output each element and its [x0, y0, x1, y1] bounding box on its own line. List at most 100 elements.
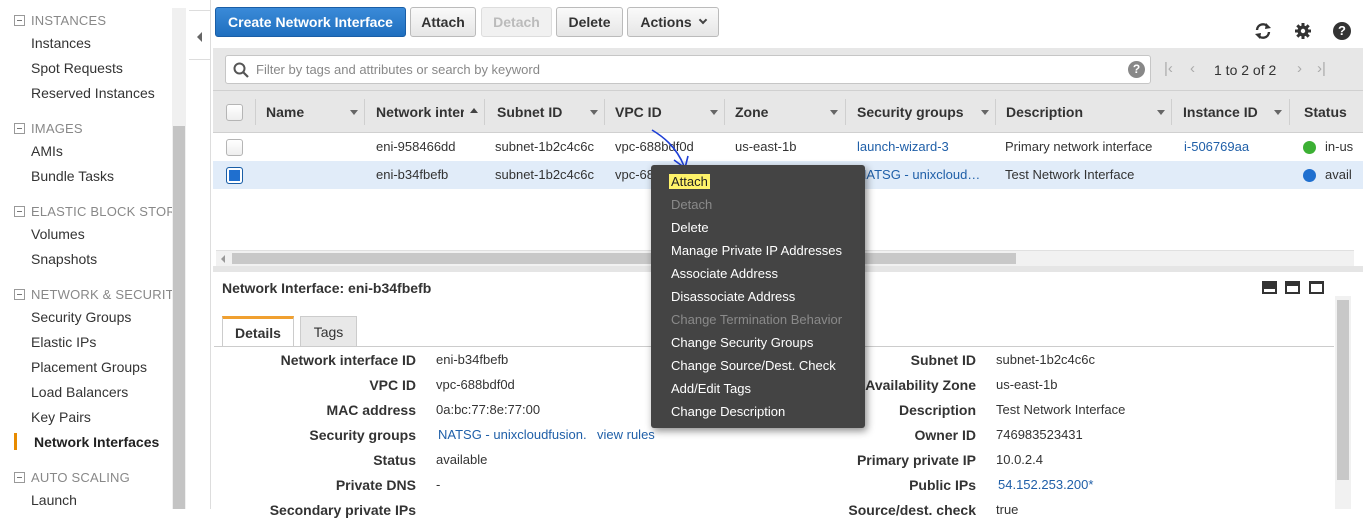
detach-button[interactable]: Detach	[481, 7, 552, 37]
column-separator	[845, 99, 846, 125]
value-public-ip-link[interactable]: 54.152.253.200*	[998, 477, 1093, 492]
collapse-icon[interactable]	[14, 289, 25, 300]
sort-dropdown-icon[interactable]	[981, 110, 989, 115]
sidebar-scrollbar[interactable]	[172, 8, 186, 509]
divider	[210, 0, 211, 509]
row-checkbox[interactable]	[226, 167, 243, 184]
scroll-left-icon[interactable]	[221, 255, 225, 263]
sidebar-item-volumes[interactable]: Volumes	[31, 226, 85, 242]
column-header-instance-id[interactable]: Instance ID	[1183, 104, 1258, 120]
help-icon[interactable]: ?	[1332, 21, 1352, 41]
sidebar-item-network-interfaces[interactable]: Network Interfaces	[34, 434, 159, 450]
cell-security-group-link[interactable]: launch-wizard-3	[857, 139, 949, 154]
sidebar-item-placement-groups[interactable]: Placement Groups	[31, 359, 147, 375]
prev-page-icon[interactable]: ‹	[1190, 60, 1195, 77]
sidebar-section-auto-scaling[interactable]: AUTO SCALING	[14, 470, 130, 485]
sort-asc-icon[interactable]	[470, 108, 478, 113]
collapse-icon[interactable]	[14, 206, 25, 217]
view-rules-link[interactable]: view rules	[597, 427, 655, 442]
scrollbar-thumb[interactable]	[173, 126, 185, 509]
column-header-name[interactable]: Name	[266, 104, 304, 120]
scrollbar-thumb[interactable]	[1337, 300, 1349, 480]
sidebar-section-network-security[interactable]: NETWORK & SECURITY	[14, 287, 183, 302]
first-page-icon[interactable]: |‹	[1164, 60, 1173, 77]
delete-button[interactable]: Delete	[556, 7, 623, 37]
layout-bottom-icon[interactable]	[1262, 281, 1277, 294]
column-header-security-groups[interactable]: Security groups	[857, 104, 964, 120]
sort-dropdown-icon[interactable]	[710, 110, 718, 115]
sort-dropdown-icon[interactable]	[590, 110, 598, 115]
search-input[interactable]: Filter by tags and attributes or search …	[225, 55, 1151, 84]
column-header-description[interactable]: Description	[1006, 104, 1083, 120]
next-page-icon[interactable]: ›	[1297, 60, 1302, 77]
value-security-group-link[interactable]: NATSG - unixcloudfusion.	[438, 427, 587, 442]
collapse-sidebar-button[interactable]	[189, 10, 211, 60]
column-header-subnet-id[interactable]: Subnet ID	[497, 104, 562, 120]
sort-dropdown-icon[interactable]	[350, 110, 358, 115]
column-header-zone[interactable]: Zone	[735, 104, 768, 120]
value-vpc-id: vpc-688bdf0d	[436, 377, 515, 392]
refresh-icon[interactable]	[1253, 21, 1273, 41]
sort-dropdown-icon[interactable]	[1274, 110, 1282, 115]
label-primary-private-ip: Primary private IP	[856, 452, 976, 468]
label-security-groups: Security groups	[309, 427, 416, 443]
cell-security-group-link[interactable]: NATSG - unixcloud…	[857, 167, 980, 182]
tab-details[interactable]: Details	[222, 316, 294, 347]
column-separator	[364, 99, 365, 125]
sidebar-item-snapshots[interactable]: Snapshots	[31, 251, 97, 267]
sidebar-section-images[interactable]: IMAGES	[14, 121, 83, 136]
value-primary-private-ip: 10.0.2.4	[996, 452, 1043, 467]
menu-item-delete[interactable]: Delete	[671, 220, 709, 235]
column-header-network-interface[interactable]: Network interfa	[376, 104, 464, 120]
select-all-checkbox[interactable]	[226, 104, 243, 121]
menu-item-change-description[interactable]: Change Description	[671, 404, 785, 419]
tab-tags[interactable]: Tags	[300, 316, 357, 347]
search-help-icon[interactable]: ?	[1128, 61, 1145, 78]
collapse-icon[interactable]	[14, 123, 25, 134]
sidebar-nav: INSTANCES Instances Spot Requests Reserv…	[0, 0, 188, 509]
create-network-interface-button[interactable]: Create Network Interface	[215, 7, 406, 37]
actions-button[interactable]: Actions	[627, 7, 719, 37]
detail-title: Network Interface: eni-b34fbefb	[222, 280, 432, 296]
gear-icon[interactable]	[1293, 21, 1313, 41]
sort-dropdown-icon[interactable]	[1157, 110, 1165, 115]
sidebar-item-key-pairs[interactable]: Key Pairs	[31, 409, 91, 425]
sidebar-item-elastic-ips[interactable]: Elastic IPs	[31, 334, 96, 350]
value-availability-zone: us-east-1b	[996, 377, 1058, 392]
menu-item-associate-address[interactable]: Associate Address	[671, 266, 778, 281]
sidebar-item-bundle-tasks[interactable]: Bundle Tasks	[31, 168, 114, 184]
sidebar-section-instances[interactable]: INSTANCES	[14, 13, 106, 28]
table-row[interactable]: eni-958466dd subnet-1b2c4c6c vpc-688bdf0…	[213, 133, 1363, 161]
sidebar-item-reserved-instances[interactable]: Reserved Instances	[31, 85, 155, 101]
cell-subnet: subnet-1b2c4c6c	[495, 167, 595, 182]
menu-item-change-source-dest-check[interactable]: Change Source/Dest. Check	[671, 358, 836, 373]
sidebar-item-spot-requests[interactable]: Spot Requests	[31, 60, 123, 76]
attach-button[interactable]: Attach	[410, 7, 476, 37]
menu-item-manage-private-ips[interactable]: Manage Private IP Addresses	[671, 243, 842, 258]
sidebar-item-load-balancers[interactable]: Load Balancers	[31, 384, 128, 400]
menu-item-detach[interactable]: Detach	[671, 197, 712, 212]
row-checkbox[interactable]	[226, 139, 243, 156]
scrollbar-thumb[interactable]	[232, 253, 1016, 264]
menu-item-change-security-groups[interactable]: Change Security Groups	[671, 335, 813, 350]
sidebar-item-launch[interactable]: Launch	[31, 492, 77, 508]
menu-item-attach[interactable]: Attach	[669, 174, 710, 189]
last-page-icon[interactable]: ›|	[1317, 60, 1326, 77]
sidebar-item-instances[interactable]: Instances	[31, 35, 91, 51]
context-menu: Attach Detach Delete Manage Private IP A…	[651, 165, 865, 428]
collapse-icon[interactable]	[14, 472, 25, 483]
layout-top-icon[interactable]	[1309, 281, 1324, 294]
cell-instance-link[interactable]: i-506769aa	[1184, 139, 1249, 154]
sidebar-item-amis[interactable]: AMIs	[31, 143, 63, 159]
menu-item-disassociate-address[interactable]: Disassociate Address	[671, 289, 795, 304]
column-header-vpc-id[interactable]: VPC ID	[615, 104, 662, 120]
column-header-status[interactable]: Status	[1304, 104, 1347, 120]
sidebar-section-ebs[interactable]: ELASTIC BLOCK STORE	[14, 204, 185, 219]
sidebar-item-security-groups[interactable]: Security Groups	[31, 309, 131, 325]
menu-item-add-edit-tags[interactable]: Add/Edit Tags	[671, 381, 751, 396]
collapse-icon[interactable]	[14, 15, 25, 26]
details-scrollbar[interactable]	[1335, 296, 1351, 509]
layout-split-icon[interactable]	[1285, 281, 1300, 294]
sort-dropdown-icon[interactable]	[830, 110, 838, 115]
menu-item-change-termination-behavior[interactable]: Change Termination Behavior	[671, 312, 842, 327]
